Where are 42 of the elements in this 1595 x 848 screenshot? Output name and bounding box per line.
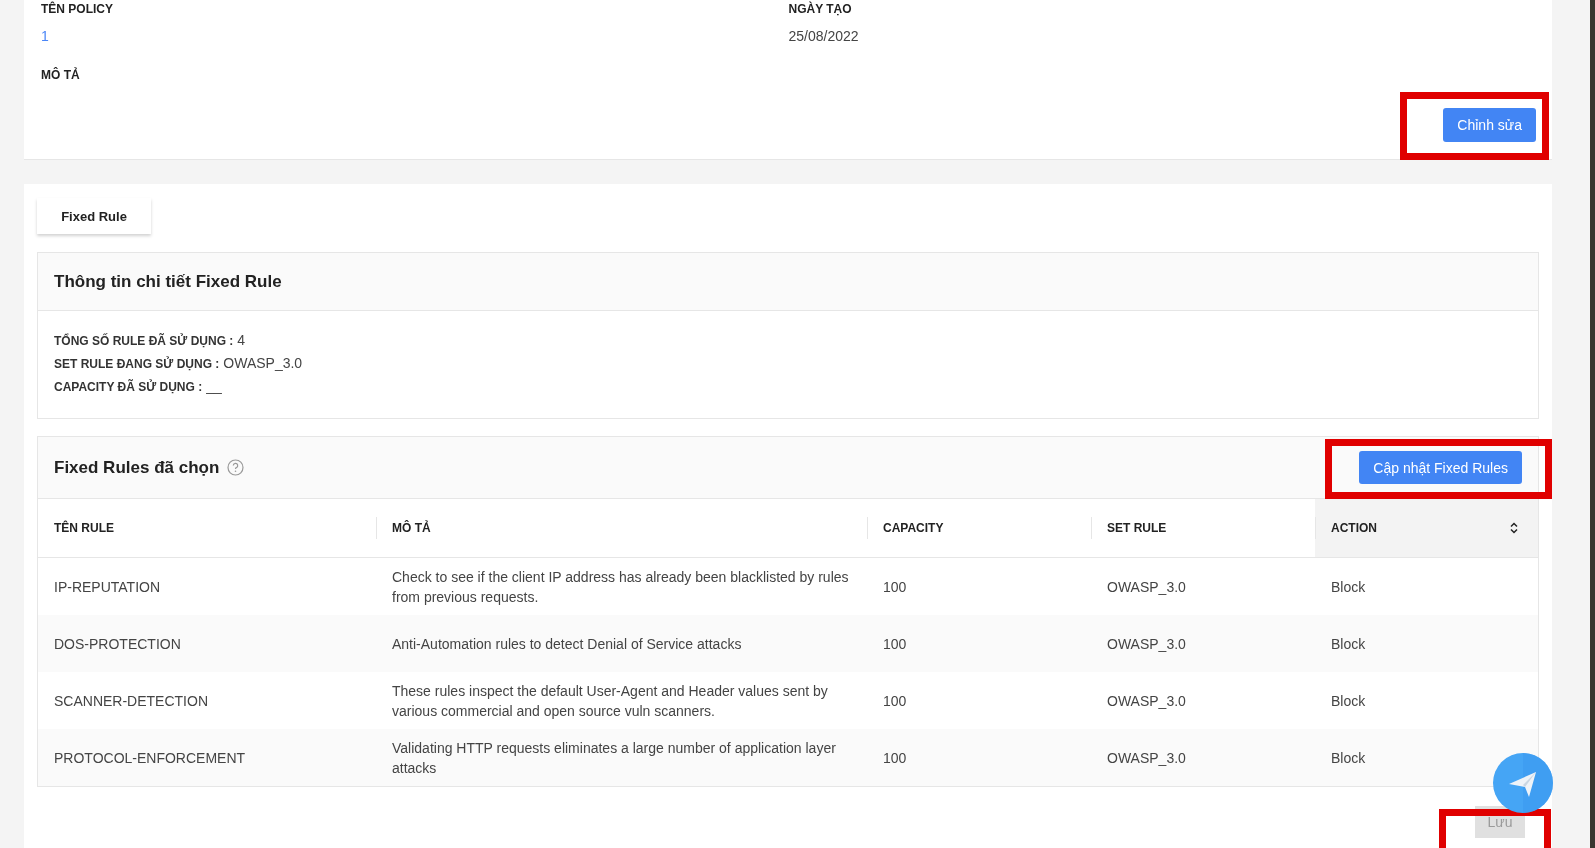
rule-name-cell: IP-REPUTATION bbox=[38, 557, 376, 615]
sort-icon bbox=[1510, 522, 1518, 534]
action-cell: Block bbox=[1315, 615, 1538, 672]
description-cell: Check to see if the client IP address has already been blacklisted by rules from previous requests. bbox=[376, 557, 867, 615]
stat-value: __ bbox=[206, 378, 222, 394]
rule-set-cell: OWASP_3.0 bbox=[1091, 672, 1315, 729]
rule-name-cell: DOS-PROTECTION bbox=[38, 615, 376, 672]
capacity-cell: 100 bbox=[867, 557, 1091, 615]
description-cell: Anti-Automation rules to detect Denial of Service attacks bbox=[376, 615, 867, 672]
help-icon[interactable] bbox=[227, 459, 245, 476]
rule-set-cell: OWASP_3.0 bbox=[1091, 615, 1315, 672]
panel-title: Thông tin chi tiết Fixed Rule bbox=[54, 271, 282, 292]
column-header[interactable]: ACTION bbox=[1315, 499, 1538, 558]
rule-set-cell: OWASP_3.0 bbox=[1091, 557, 1315, 615]
column-header: TÊN RULE bbox=[38, 499, 376, 558]
description-label: MÔ TẢ bbox=[41, 68, 81, 82]
created-date: 25/08/2022 bbox=[788, 28, 860, 44]
action-cell: Block bbox=[1315, 672, 1538, 729]
description-cell: These rules inspect the default User-Agent and Header values sent by various commercial and open source vuln scanners. bbox=[376, 672, 867, 729]
action-cell: Block bbox=[1315, 557, 1538, 615]
panel-title: Fixed Rules đã chọn bbox=[54, 457, 220, 478]
stat-label: TỔNG SỐ RULE ĐÃ SỬ DỤNG : bbox=[54, 334, 234, 348]
policy-name-link[interactable]: 1 bbox=[41, 28, 789, 44]
stat-value: 4 bbox=[237, 332, 246, 348]
rule-set-cell: OWASP_3.0 bbox=[1091, 729, 1315, 786]
stat-value: OWASP_3.0 bbox=[223, 355, 303, 371]
description-cell: Validating HTTP requests eliminates a large number of application layer attacks bbox=[376, 729, 867, 786]
stat-label: CAPACITY ĐÃ SỬ DỤNG : bbox=[54, 380, 203, 394]
rule-name-cell: PROTOCOL-ENFORCEMENT bbox=[38, 729, 376, 786]
edit-button[interactable]: Chỉnh sửa bbox=[1443, 108, 1536, 142]
created-date-label: NGÀY TẠO bbox=[788, 2, 853, 16]
capacity-cell: 100 bbox=[867, 729, 1091, 786]
policy-name-label: TÊN POLICY bbox=[41, 2, 114, 16]
tab[interactable]: Fixed Rule bbox=[37, 198, 151, 234]
capacity-cell: 100 bbox=[867, 615, 1091, 672]
update-rules-button[interactable]: Cập nhật Fixed Rules bbox=[1359, 451, 1522, 484]
column-header: MÔ TẢ bbox=[376, 499, 867, 558]
rule-name-cell: SCANNER-DETECTION bbox=[38, 672, 376, 729]
stat-label: SET RULE ĐANG SỬ DỤNG : bbox=[54, 357, 220, 371]
paper-plane-button[interactable] bbox=[1493, 753, 1553, 813]
column-header: CAPACITY bbox=[867, 499, 1091, 558]
capacity-cell: 100 bbox=[867, 672, 1091, 729]
